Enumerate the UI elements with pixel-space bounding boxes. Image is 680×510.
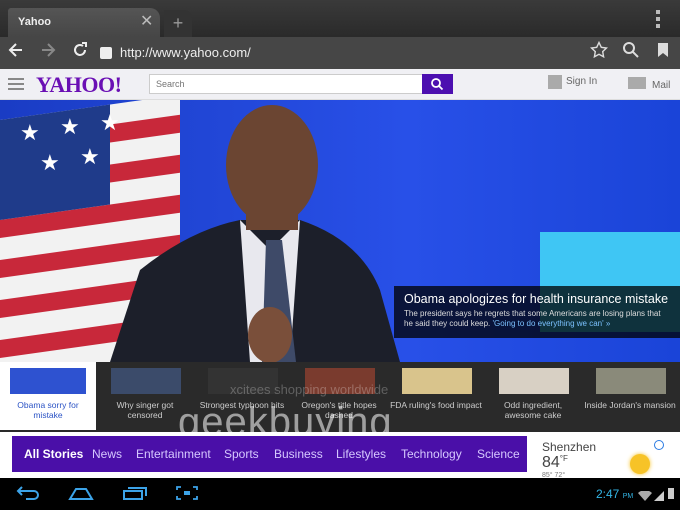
screenshot-icon[interactable] [176, 486, 198, 503]
search-icon[interactable] [619, 41, 643, 65]
story-item[interactable]: Odd ingredient, awesome cake [485, 362, 581, 430]
hero-link[interactable]: 'Going to do everything we can' » [493, 319, 611, 328]
svg-text:★: ★ [60, 114, 80, 139]
hero-image[interactable]: ★ ★ ★ ★ ★ Obama apologizes for health in… [0, 100, 680, 362]
battery-icon [668, 486, 674, 502]
signal-icon [654, 488, 664, 504]
nav-lifestyles[interactable]: Lifestyles [336, 447, 386, 461]
favicon-icon [100, 47, 112, 59]
close-icon[interactable]: ✕ [140, 12, 153, 32]
nav-news[interactable]: News [92, 447, 122, 461]
tab-yahoo[interactable]: Yahoo ✕ [8, 8, 160, 37]
nav-entertainment[interactable]: Entertainment [136, 447, 211, 461]
story-label: Obama sorry for mistake [17, 400, 79, 420]
home-icon[interactable] [68, 486, 94, 503]
weather-temp: 84°F [542, 454, 568, 472]
clock[interactable]: 2:47 PM [596, 487, 633, 501]
story-thumbnail [10, 368, 86, 394]
tab-title: Yahoo [18, 16, 52, 28]
story-thumbnail [402, 368, 472, 394]
story-item[interactable]: Obama sorry for mistake [0, 362, 96, 430]
nav-all-stories[interactable]: All Stories [24, 447, 83, 461]
story-thumbnail [596, 368, 666, 394]
star-icon[interactable] [587, 40, 611, 65]
story-label: Odd ingredient, awesome cake [503, 400, 563, 420]
browser-tab-bar: Yahoo ✕ + [0, 0, 680, 37]
watermark-tagline: xcitees shopping worldwide [230, 382, 389, 397]
nav-science[interactable]: Science [477, 447, 520, 461]
refresh-icon[interactable] [68, 41, 92, 65]
url-bar: http://www.yahoo.com/ [0, 37, 680, 69]
nav-sports[interactable]: Sports [224, 447, 259, 461]
url-text[interactable]: http://www.yahoo.com/ [120, 45, 251, 60]
mail-icon[interactable] [628, 77, 646, 89]
weather-city: Shenzhen [542, 440, 597, 454]
svg-text:★: ★ [20, 120, 40, 145]
back-arrow-icon[interactable] [4, 41, 28, 65]
svg-text:★: ★ [40, 150, 60, 175]
location-icon[interactable] [654, 440, 664, 450]
search-input[interactable] [149, 74, 423, 94]
clock-time: 2:47 [596, 487, 620, 501]
hero-summary: The president says he regrets that some … [404, 309, 670, 329]
weather-widget[interactable]: Shenzhen 84°F 85° 72° [533, 436, 670, 479]
overflow-menu-icon[interactable] [654, 10, 662, 30]
signin-link[interactable]: Sign In [566, 76, 597, 87]
wifi-icon [638, 488, 652, 504]
story-item[interactable]: Inside Jordan's mansion [582, 362, 678, 430]
clock-ampm: PM [622, 493, 634, 500]
hero-caption[interactable]: Obama apologizes for health insurance mi… [394, 286, 680, 338]
bookmarks-icon[interactable] [651, 41, 675, 65]
menu-icon[interactable] [8, 78, 24, 90]
svg-text:★: ★ [80, 144, 100, 169]
search-icon [431, 78, 444, 91]
yahoo-header: YAHOO! Sign In Mail [0, 69, 680, 100]
system-nav-bar: 2:47 PM [0, 478, 680, 510]
nav-technology[interactable]: Technology [401, 447, 462, 461]
category-nav: All Stories News Entertainment Sports Bu… [12, 436, 527, 472]
user-icon[interactable] [548, 75, 562, 89]
weather-unit: °F [559, 454, 568, 463]
yahoo-logo[interactable]: YAHOO! [36, 72, 122, 98]
svg-text:★: ★ [100, 110, 120, 135]
weather-temp-value: 84 [542, 454, 560, 471]
story-thumbnail [111, 368, 181, 394]
hero-headline[interactable]: Obama apologizes for health insurance mi… [404, 292, 670, 306]
recent-apps-icon[interactable] [122, 486, 148, 503]
story-label: Inside Jordan's mansion [584, 400, 676, 410]
story-label: FDA ruling's food impact [390, 400, 482, 410]
sun-icon [630, 454, 650, 474]
mail-link[interactable]: Mail [652, 80, 670, 91]
forward-arrow-icon[interactable] [36, 41, 60, 65]
new-tab-button[interactable]: + [164, 10, 192, 37]
search-button[interactable] [422, 74, 453, 94]
story-thumbnail [499, 368, 569, 394]
back-icon[interactable] [14, 486, 40, 503]
story-item[interactable]: FDA ruling's food impact [388, 362, 484, 430]
nav-business[interactable]: Business [274, 447, 323, 461]
